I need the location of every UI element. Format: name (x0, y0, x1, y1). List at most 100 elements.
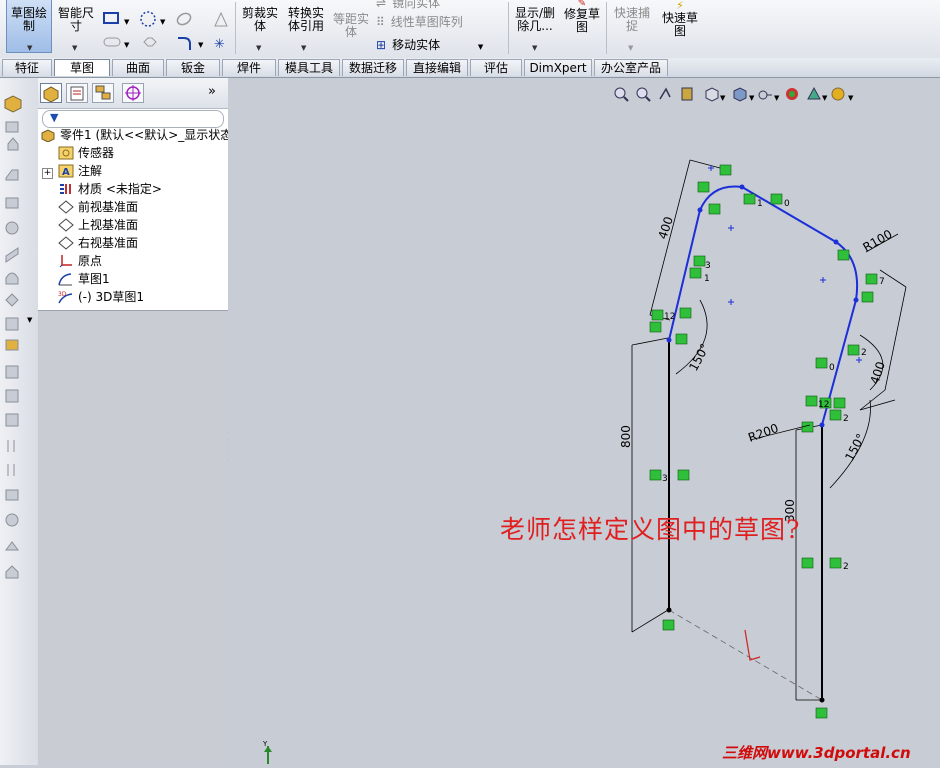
relation-marker[interactable] (697, 181, 710, 193)
tree-item-annotations[interactable]: + A 注解 (42, 162, 102, 180)
chevron-down-icon[interactable]: ▼ (124, 18, 130, 26)
shell-icon[interactable] (5, 365, 19, 379)
relation-marker[interactable] (679, 307, 692, 319)
relation-marker[interactable] (649, 469, 662, 481)
display-delete-relations-button[interactable]: 显示/删 除几... ▼ (512, 0, 558, 55)
configuration-manager-tab[interactable] (92, 83, 114, 103)
reference-geometry-icon[interactable] (5, 489, 19, 501)
relation-marker[interactable] (675, 333, 688, 345)
swept-cut-icon[interactable] (5, 247, 19, 263)
sketch-point[interactable] (666, 337, 672, 343)
slot-icon[interactable] (103, 37, 121, 47)
move-entities-button[interactable]: ⊞ 移动实体 ▼ (376, 36, 483, 53)
feature-manager-tab[interactable] (40, 83, 62, 103)
sketch-blue-path[interactable] (668, 185, 859, 426)
sketch-point[interactable] (697, 207, 703, 213)
tab-evaluate[interactable]: 评估 (470, 59, 522, 76)
sketch-point[interactable] (666, 607, 672, 613)
tree-item-origin[interactable]: 原点 (58, 252, 102, 270)
relation-marker[interactable] (847, 344, 860, 356)
sweep-icon[interactable] (7, 137, 19, 151)
hole-wizard-icon[interactable] (5, 565, 19, 579)
expand-toggle[interactable]: + (42, 168, 53, 179)
dimxpert-manager-tab[interactable] (122, 83, 144, 103)
sketch-point[interactable] (833, 239, 839, 245)
quick-snaps-button[interactable]: 快速捕 捉 ▼ (610, 0, 654, 55)
dimension-400-top[interactable]: 400 (656, 215, 676, 241)
tree-item-right-plane[interactable]: 右视基准面 (58, 234, 138, 252)
smart-dimension-button[interactable]: 智能尺 寸 ▼ (54, 0, 98, 55)
boundary-cut-icon[interactable] (5, 293, 19, 307)
relation-marker[interactable] (801, 421, 814, 433)
extrude-boss-icon[interactable] (4, 95, 22, 113)
linear-pattern-button[interactable]: ⠿ 线性草图阵列 (376, 13, 463, 30)
dome-icon[interactable] (7, 440, 15, 452)
relation-marker[interactable] (662, 619, 675, 631)
chevron-down-icon[interactable]: ▼ (27, 316, 33, 324)
tab-data-migration[interactable]: 数据迁移 (342, 59, 404, 76)
hexagon-icon[interactable] (143, 37, 157, 47)
chevron-down-icon[interactable]: ▼ (301, 42, 306, 55)
trim-button[interactable]: 剪裁实 体 ▼ (238, 0, 282, 53)
sketch-point[interactable] (739, 184, 745, 190)
offset-entities-button[interactable]: 等距实 体 (331, 0, 371, 52)
point-icon[interactable]: ✳ (214, 37, 225, 52)
loft-icon[interactable] (5, 169, 19, 181)
relation-marker[interactable] (861, 291, 874, 303)
relation-marker[interactable] (801, 557, 814, 569)
relation-marker[interactable] (815, 357, 828, 369)
tab-features[interactable]: 特征 (2, 59, 52, 76)
fillet-feature-icon[interactable] (5, 317, 19, 331)
tab-direct-editing[interactable]: 直接编辑 (406, 59, 468, 76)
polygon-icon[interactable] (214, 11, 228, 27)
tab-dimxpert[interactable]: DimXpert (524, 59, 592, 76)
dimension-400-right[interactable]: 400 (868, 360, 888, 386)
relation-marker[interactable] (829, 557, 842, 569)
rectangle-icon[interactable] (103, 12, 119, 24)
circle-icon[interactable] (140, 11, 156, 27)
tree-item-material[interactable]: 材质 <未指定> (58, 180, 162, 198)
tab-mold-tools[interactable]: 模具工具 (278, 59, 340, 76)
tab-office-products[interactable]: 办公室产品 (594, 59, 668, 76)
sketch-point[interactable] (819, 697, 825, 703)
chevron-down-icon[interactable]: ▼ (72, 42, 77, 55)
extrude-cut-icon[interactable] (5, 197, 19, 209)
convert-entities-button[interactable]: 转换实 体引用 ▼ (283, 0, 329, 55)
relation-marker[interactable] (770, 193, 783, 205)
revolve-icon[interactable] (5, 121, 19, 133)
relation-marker[interactable] (829, 409, 842, 421)
sketch-point[interactable] (819, 422, 825, 428)
expand-panel-button[interactable]: » (208, 84, 216, 99)
chevron-down-icon[interactable]: ▼ (198, 41, 204, 49)
dimension-angle-150-left[interactable]: 150° (686, 341, 712, 373)
mirror-entities-button[interactable]: ⇌ 镜向实体 (376, 0, 440, 11)
dimension-r200[interactable]: R200 (746, 421, 780, 445)
relation-marker[interactable] (837, 249, 850, 261)
relation-marker[interactable] (865, 273, 878, 285)
curves-icon[interactable] (5, 513, 19, 527)
repair-sketch-button[interactable]: ✎ 修复草 图 (560, 0, 604, 52)
chevron-down-icon[interactable]: ▼ (478, 43, 483, 51)
relation-marker[interactable] (649, 321, 662, 333)
relation-marker[interactable] (719, 164, 732, 176)
tree-item-front-plane[interactable]: 前视基准面 (58, 198, 138, 216)
dimension-r100[interactable]: R100 (861, 227, 895, 255)
relation-marker[interactable] (677, 469, 690, 481)
dimension-angle-150-right[interactable]: 150° (842, 431, 868, 463)
lofted-cut-icon[interactable] (5, 272, 19, 285)
dimension-800[interactable]: 800 (619, 425, 633, 448)
relation-marker[interactable] (833, 397, 846, 409)
chevron-down-icon[interactable]: ▼ (532, 42, 537, 55)
chevron-down-icon[interactable]: ▼ (628, 42, 633, 55)
property-manager-tab[interactable] (66, 83, 88, 103)
tab-sketch[interactable]: 草图 (54, 59, 110, 76)
relation-marker[interactable] (815, 707, 828, 719)
relation-marker[interactable] (693, 255, 706, 267)
draft-icon[interactable] (5, 389, 19, 403)
tree-item-top-plane[interactable]: 上视基准面 (58, 216, 138, 234)
tab-surfaces[interactable]: 曲面 (112, 59, 164, 76)
tree-root-part[interactable]: 零件1 (默认<<默认>_显示状态 (40, 126, 232, 144)
intersect-icon[interactable] (7, 464, 15, 476)
instant3d-icon[interactable] (5, 541, 19, 551)
rapid-sketch-button[interactable]: ⚡ 快速草 图 (657, 0, 703, 52)
